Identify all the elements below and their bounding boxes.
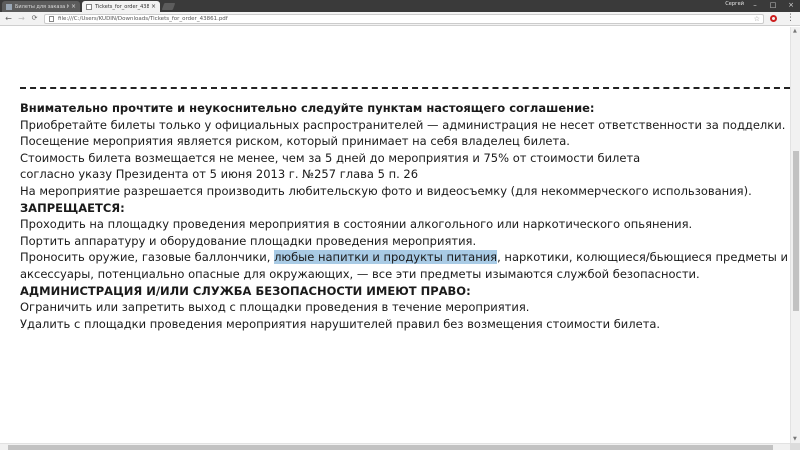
tab-pdf[interactable]: Tickets_for_order_43861.pdf × [82, 1, 160, 12]
minimize-icon[interactable]: – [746, 0, 764, 12]
browser-toolbar: ← → ⟳ file:///C:/Users/KUDIN/Downloads/T… [0, 12, 800, 26]
document-favicon-icon [86, 3, 92, 10]
agreement-heading: Внимательно прочтите и неукоснительно сл… [20, 101, 595, 115]
reload-icon[interactable]: ⟳ [30, 14, 39, 23]
rule-line: согласно указу Президента от 5 июня 2013… [20, 167, 419, 182]
admin-heading: АДМИНИСТРАЦИЯ И/ИЛИ СЛУЖБА БЕЗОПАСНОСТИ … [20, 283, 471, 298]
browser-menu-icon[interactable]: ⋮ [786, 13, 795, 24]
address-bar[interactable]: file:///C:/Users/KUDIN/Downloads/Tickets… [44, 14, 764, 24]
pdf-viewport[interactable]: Внимательно прочтите и неукоснительно сл… [0, 27, 790, 443]
scroll-up-icon[interactable]: ▲ [793, 28, 797, 34]
tab-tickets-order[interactable]: Билеты для заказа №43861 × [2, 1, 80, 12]
tab-close-icon[interactable]: × [151, 3, 156, 10]
file-icon [49, 16, 54, 22]
admin-line: Ограничить или запретить выход с площадк… [20, 300, 530, 315]
url-text[interactable]: file:///C:/Users/KUDIN/Downloads/Tickets… [58, 16, 754, 22]
forbidden-line: аксессуары, потенциально опасные для окр… [20, 266, 700, 281]
close-window-icon[interactable]: × [782, 0, 800, 12]
maximize-icon[interactable]: □ [764, 0, 782, 12]
back-arrow-icon[interactable]: ← [4, 14, 13, 23]
forward-arrow-icon[interactable]: → [17, 14, 26, 23]
rule-line: На мероприятие разрешается производить л… [20, 183, 752, 198]
profile-name[interactable]: Сергей [725, 1, 744, 7]
scrollbar-corner [790, 443, 800, 450]
rule-line: Стоимость билета возмещается не менее, ч… [20, 150, 641, 165]
selected-text[interactable]: любые напитки и продукты питания [274, 250, 498, 265]
forbidden-line: Портить аппаратуру и оборудование площад… [20, 233, 477, 248]
tab-close-icon[interactable]: × [71, 3, 76, 10]
rule-line: Посещение мероприятия является риском, к… [20, 134, 570, 149]
text-segment: Проносить оружие, газовые баллончики, [20, 250, 275, 265]
vertical-scroll-thumb[interactable] [793, 151, 799, 311]
forbidden-line: Проносить оружие, газовые баллончики, лю… [20, 249, 790, 266]
forbidden-heading: ЗАПРЕЩАЕТСЯ: [20, 200, 125, 215]
agreement-text: Внимательно прочтите и неукоснительно сл… [20, 100, 790, 332]
cut-line-divider [20, 87, 790, 89]
tab-title: Билеты для заказа №43861 [15, 3, 69, 10]
page-favicon-icon [6, 3, 12, 10]
new-tab-button[interactable] [161, 3, 176, 10]
bookmark-star-icon[interactable]: ☆ [754, 15, 760, 23]
rule-line: Приобретайте билеты только у официальных… [20, 117, 786, 132]
forbidden-line: Проходить на площадку проведения меропри… [20, 217, 693, 232]
tab-strip: Билеты для заказа №43861 × Tickets_for_o… [0, 0, 800, 12]
tab-title: Tickets_for_order_43861.pdf [95, 3, 149, 10]
horizontal-scrollbar[interactable] [0, 443, 790, 450]
opera-extension-icon[interactable] [770, 15, 777, 22]
scroll-down-icon[interactable]: ▼ [793, 436, 797, 442]
horizontal-scroll-thumb[interactable] [8, 445, 773, 450]
vertical-scrollbar[interactable]: ▲ ▼ [790, 27, 800, 443]
text-segment: , наркотики, колющиеся/бьющиеся предметы… [497, 250, 789, 265]
admin-line: Удалить с площадки проведения мероприяти… [20, 316, 661, 331]
